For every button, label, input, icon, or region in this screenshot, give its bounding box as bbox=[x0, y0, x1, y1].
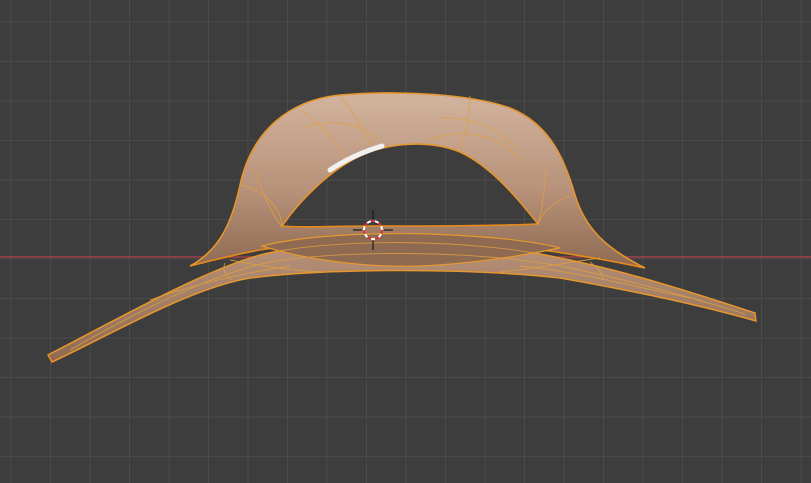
viewport-canvas[interactable] bbox=[0, 0, 811, 483]
selected-mesh-object[interactable] bbox=[46, 92, 757, 364]
3d-viewport[interactable] bbox=[0, 0, 811, 483]
